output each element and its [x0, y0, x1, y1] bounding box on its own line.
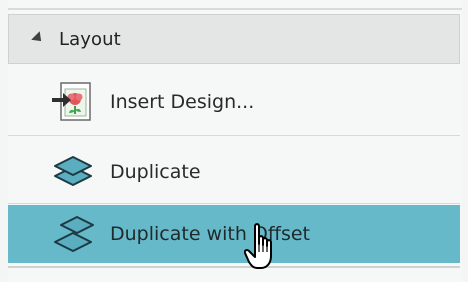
divider	[8, 135, 460, 136]
section-title: Layout	[59, 28, 121, 50]
layout-panel: Layout Insert Design... Duplicate Duplic…	[8, 0, 462, 282]
collapse-caret-icon[interactable]	[31, 31, 46, 46]
divider	[8, 266, 460, 268]
insert-design-item[interactable]: Insert Design...	[8, 70, 460, 134]
layout-section-header[interactable]: Layout	[8, 14, 460, 64]
divider	[8, 203, 460, 204]
duplicate-label: Duplicate	[110, 161, 201, 183]
insert-design-icon	[50, 79, 96, 125]
duplicate-icon	[50, 149, 96, 195]
duplicate-offset-icon	[50, 211, 96, 257]
hand-cursor-icon	[244, 223, 272, 269]
insert-design-label: Insert Design...	[110, 91, 255, 113]
divider	[8, 8, 462, 10]
duplicate-with-offset-item[interactable]: Duplicate with Offset	[8, 205, 460, 263]
duplicate-item[interactable]: Duplicate	[8, 140, 460, 204]
